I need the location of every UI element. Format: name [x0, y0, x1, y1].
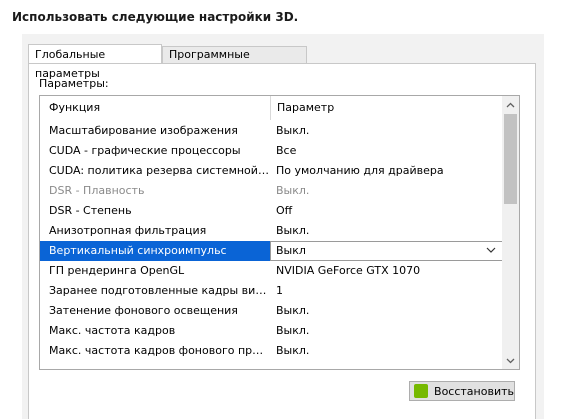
setting-cell: Выкл. [276, 184, 310, 197]
chevron-down-icon [486, 247, 496, 253]
table-row[interactable]: Заранее подготовленные кадры вирту... 1 [40, 281, 503, 301]
feature-cell: ГП рендеринга OpenGL [49, 264, 185, 277]
nvidia-logo-icon [414, 384, 429, 398]
setting-cell: Выкл. [276, 124, 310, 137]
restore-button[interactable]: Восстановить [409, 381, 515, 401]
vsync-dropdown[interactable]: Выкл [270, 241, 503, 261]
setting-cell: Off [276, 204, 293, 217]
setting-cell: Все [276, 144, 297, 157]
feature-cell: Макс. частота кадров фонового прило... [49, 344, 270, 357]
table-row[interactable]: Затенение фонового освещения Выкл. [40, 301, 503, 321]
table-row[interactable]: DSR - Степень Off [40, 201, 503, 221]
table-row[interactable]: Макс. частота кадров Выкл. [40, 321, 503, 341]
setting-cell: Выкл. [276, 224, 310, 237]
feature-cell: Затенение фонового освещения [49, 304, 238, 317]
table-row[interactable]: Масштабирование изображения Выкл. [40, 121, 503, 141]
feature-cell: Масштабирование изображения [49, 124, 238, 137]
table-row-selected[interactable]: Вертикальный синхроимпульс Выкл [40, 241, 503, 261]
scroll-down-arrow-icon[interactable] [502, 352, 519, 369]
table-row[interactable]: ГП рендеринга OpenGL NVIDIA GeForce GTX … [40, 261, 503, 281]
feature-cell: Заранее подготовленные кадры вирту... [49, 284, 270, 297]
page-heading: Использовать следующие настройки 3D. [12, 10, 299, 24]
feature-cell: DSR - Степень [49, 204, 132, 217]
feature-cell: Анизотропная фильтрация [49, 224, 207, 237]
settings-grid: Функция Параметр Масштабирование изображ… [39, 95, 520, 370]
setting-cell: Выкл. [276, 324, 310, 337]
setting-cell: По умолчанию для драйвера [276, 164, 444, 177]
grid-header: Функция Параметр [40, 96, 503, 120]
setting-cell: Выкл [270, 241, 503, 261]
vertical-scrollbar[interactable] [502, 96, 519, 369]
tab-program-settings[interactable]: Программные настройки [162, 46, 307, 77]
table-row[interactable]: Макс. частота кадров фонового прило... В… [40, 341, 503, 361]
column-header-setting[interactable]: Параметр [270, 96, 503, 120]
table-row[interactable]: DSR - Плавность Выкл. [40, 181, 503, 201]
feature-cell: CUDA - графические процессоры [49, 144, 241, 157]
feature-cell: CUDA: политика резерва системной пам... [49, 164, 270, 177]
setting-cell: 1 [276, 284, 283, 297]
restore-button-label: Восстановить [434, 384, 514, 398]
feature-cell: DSR - Плавность [49, 184, 145, 197]
setting-cell: NVIDIA GeForce GTX 1070 [276, 264, 421, 277]
setting-cell: Выкл. [276, 344, 310, 357]
table-row[interactable]: CUDA - графические процессоры Все [40, 141, 503, 161]
setting-cell: Выкл. [276, 304, 310, 317]
feature-cell: Вертикальный синхроимпульс [40, 241, 270, 261]
table-row[interactable]: Анизотропная фильтрация Выкл. [40, 221, 503, 241]
table-row[interactable]: CUDA: политика резерва системной пам... … [40, 161, 503, 181]
column-header-feature[interactable]: Функция [40, 96, 270, 120]
tab-global-settings[interactable]: Глобальные параметры [28, 44, 162, 80]
scrollbar-thumb[interactable] [504, 114, 517, 204]
feature-cell: Макс. частота кадров [49, 324, 176, 337]
dropdown-value: Выкл [276, 244, 306, 257]
grid-rows: Масштабирование изображения Выкл. CUDA -… [40, 121, 503, 361]
scroll-up-arrow-icon[interactable] [502, 96, 519, 113]
